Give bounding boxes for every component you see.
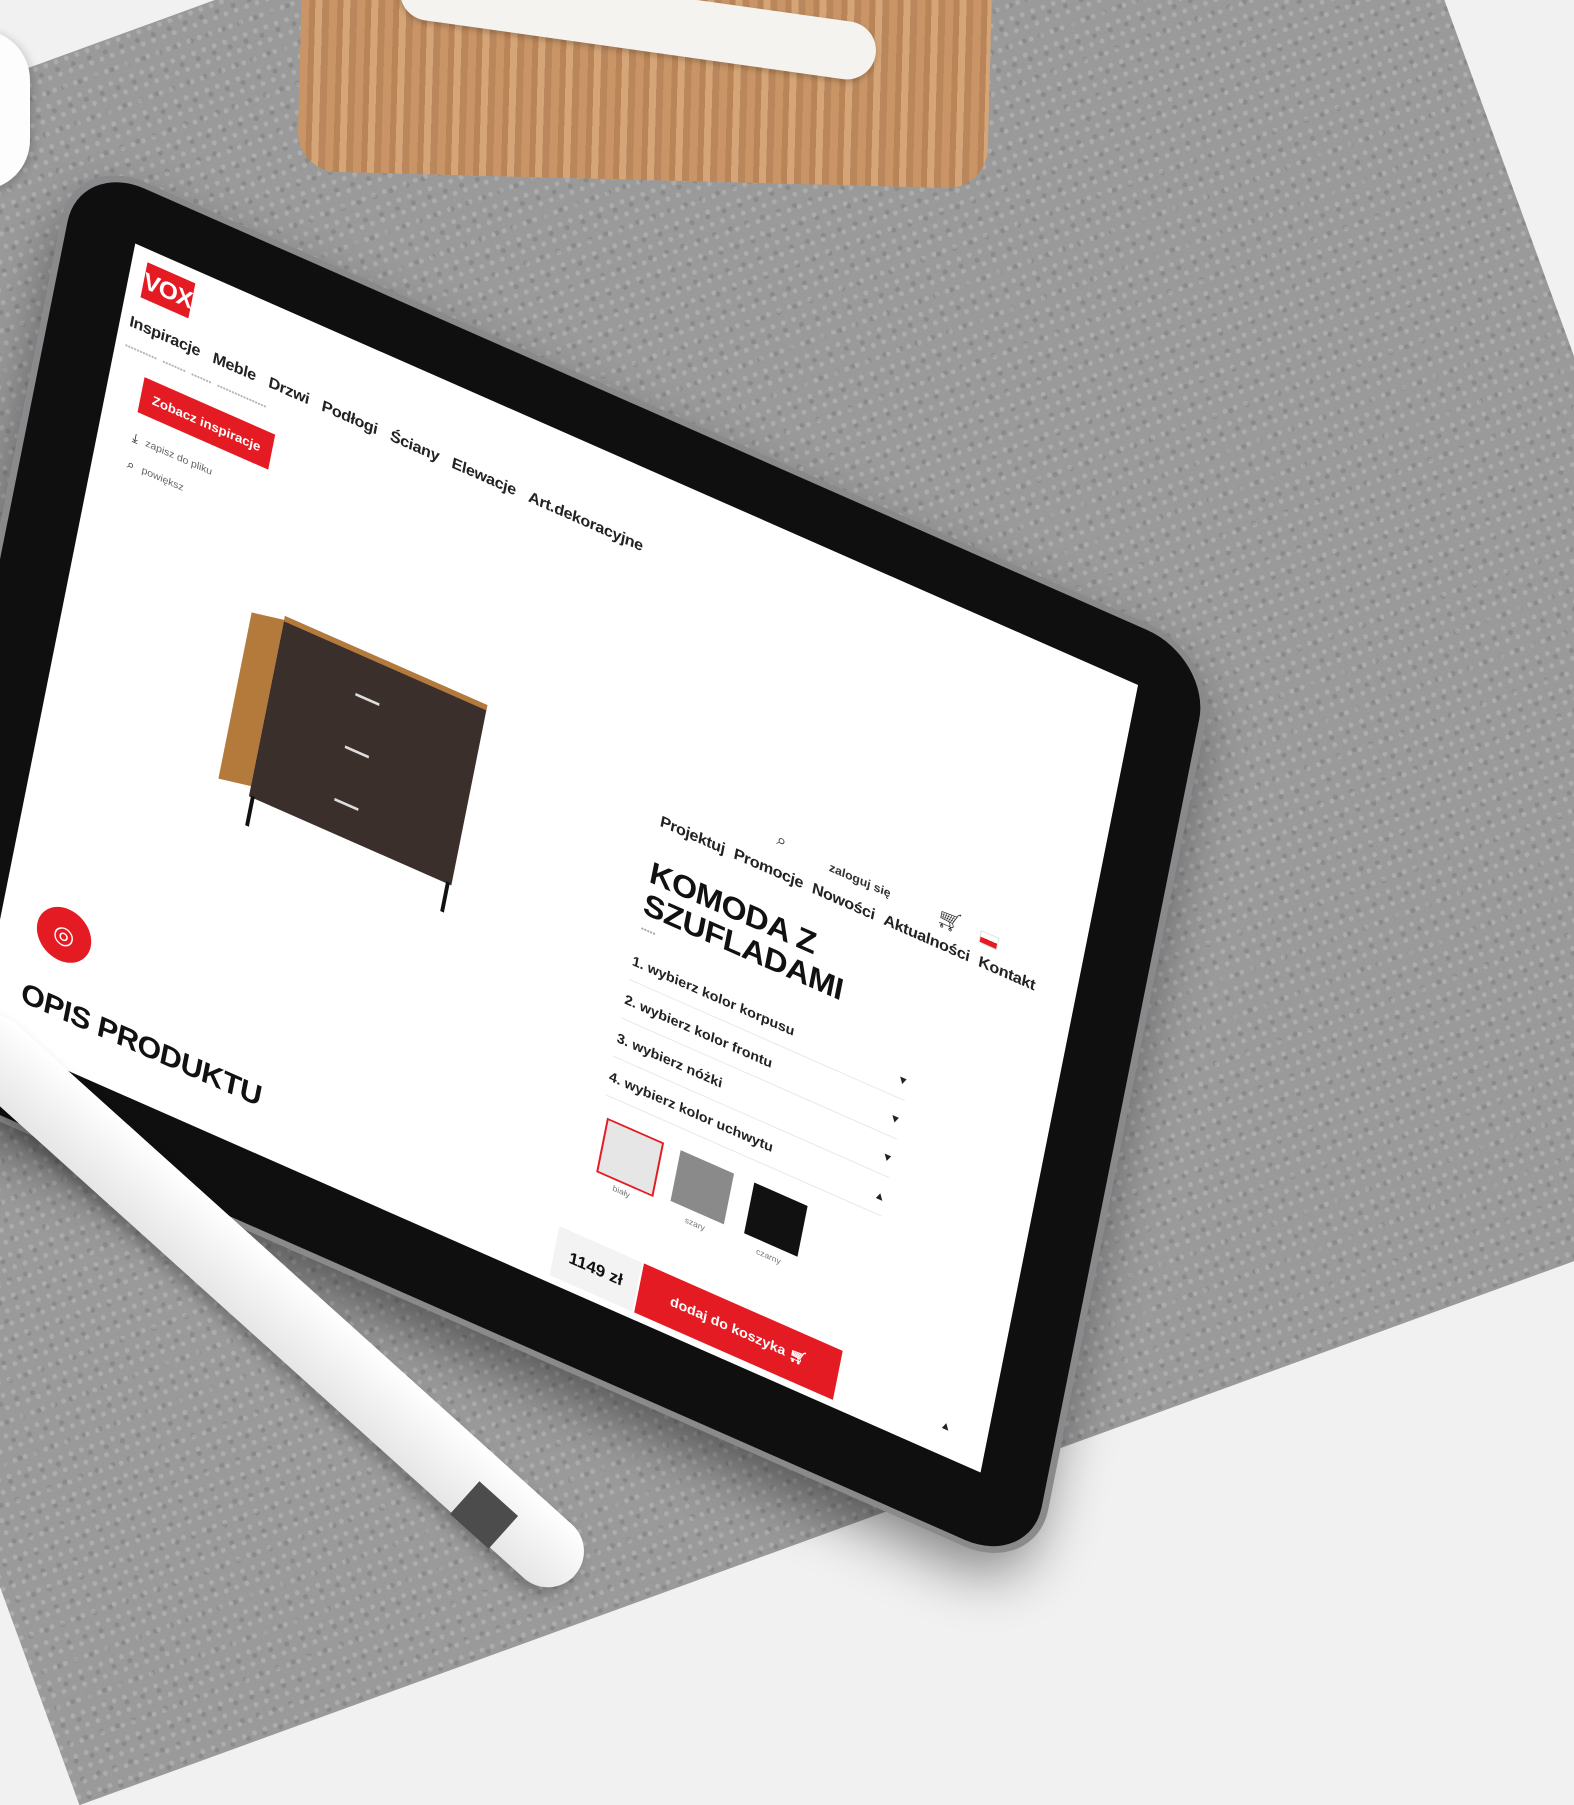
caret-up-icon: ▲ bbox=[873, 1187, 887, 1205]
nav-item-sciany[interactable]: Ściany bbox=[388, 427, 441, 466]
scene: VOX Inspiracje Meble Drzwi Podłogi Ścian… bbox=[0, 0, 1574, 1805]
dresser-front bbox=[248, 616, 488, 886]
search-icon[interactable]: ⌕ bbox=[775, 830, 788, 852]
magnifier-icon: ⌕ bbox=[126, 455, 137, 474]
cart-icon: 🛒︎ bbox=[787, 1346, 809, 1369]
language-flag-icon[interactable] bbox=[978, 930, 1000, 951]
caret-down-icon: ▼ bbox=[896, 1071, 910, 1089]
nav-item-drzwi[interactable]: Drzwi bbox=[267, 374, 311, 409]
breadcrumb-item[interactable]: ••••••• bbox=[190, 369, 212, 387]
product-image[interactable] bbox=[212, 609, 491, 916]
dresser-leg bbox=[440, 881, 450, 913]
add-to-cart-button[interactable]: dodaj do koszyka 🛒︎ bbox=[634, 1263, 843, 1400]
breadcrumb-item[interactable]: ••••••••••• bbox=[124, 340, 158, 363]
nav-item-podlogi[interactable]: Podłogi bbox=[320, 397, 379, 439]
price: 1149 zł bbox=[549, 1226, 643, 1312]
nav-item-promocje[interactable]: Promocje bbox=[732, 845, 804, 893]
nav-item-projektuj[interactable]: Projektuj bbox=[659, 813, 727, 859]
breadcrumb-item[interactable]: •••••••• bbox=[162, 357, 187, 376]
brand-logo[interactable]: VOX bbox=[140, 262, 196, 319]
cart-icon[interactable]: 🛒︎ bbox=[935, 904, 965, 938]
zoom-label: powiększ bbox=[140, 464, 185, 494]
caret-down-icon: ▼ bbox=[888, 1110, 902, 1128]
nav-item-art-dekoracyjne[interactable]: Art.dekoracyjne bbox=[527, 488, 644, 556]
download-icon: ⤓ bbox=[131, 429, 140, 447]
dresser-leg bbox=[245, 795, 255, 827]
nav-item-kontakt[interactable]: Kontakt bbox=[977, 953, 1037, 995]
nav-item-meble[interactable]: Meble bbox=[211, 349, 257, 385]
add-to-cart-label: dodaj do koszyka bbox=[668, 1293, 787, 1360]
chat-icon[interactable]: ◎ bbox=[32, 897, 96, 972]
nav-item-elewacje[interactable]: Elewacje bbox=[450, 454, 517, 500]
scroll-top-icon[interactable]: ▲ bbox=[939, 1417, 952, 1434]
caret-down-icon: ▼ bbox=[880, 1148, 895, 1166]
